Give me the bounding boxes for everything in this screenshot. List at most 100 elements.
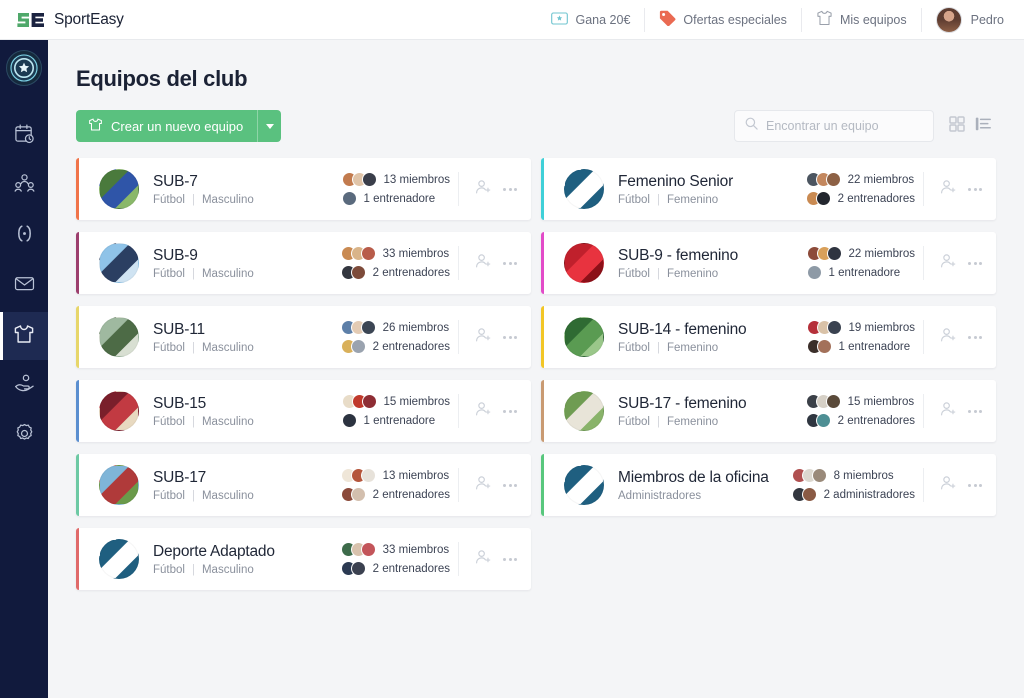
coaches-count: 1 entrenadore <box>838 340 911 353</box>
create-team-button-main[interactable]: Crear un nuevo equipo <box>76 110 257 142</box>
team-counts: 33 miembros 2 entrenadores <box>340 542 450 576</box>
topnav-item-user[interactable]: Pedro <box>920 6 1024 33</box>
team-category: Masculino <box>201 563 254 576</box>
sidebar-item-members[interactable] <box>0 162 48 210</box>
grid-view-button[interactable] <box>944 113 970 139</box>
team-info: SUB-7 Fútbol | Masculino <box>153 173 254 206</box>
add-person-button[interactable] <box>475 475 491 496</box>
coaches-count: 1 entrenadore <box>828 266 901 279</box>
coaches-count: 2 entrenadores <box>372 488 450 501</box>
team-info: SUB-11 Fútbol | Masculino <box>153 321 254 354</box>
more-options-button[interactable] <box>503 409 517 413</box>
team-card[interactable]: Femenino Senior Fútbol | Femenino 22 miembro… <box>541 158 996 220</box>
team-card-actions <box>923 394 996 428</box>
more-options-button[interactable] <box>503 187 517 191</box>
avatar <box>361 172 377 187</box>
team-sport: Fútbol <box>153 563 185 576</box>
club-logo-icon[interactable] <box>6 50 42 86</box>
brand-logo[interactable]: SportEasy <box>16 11 124 29</box>
more-options-button[interactable] <box>503 261 517 265</box>
avatar <box>350 487 366 502</box>
more-options-button[interactable] <box>968 261 982 265</box>
team-counts: 15 miembros 2 entrenadores <box>805 394 915 428</box>
meta-separator: | <box>656 341 660 354</box>
more-options-button[interactable] <box>968 409 982 413</box>
more-options-button[interactable] <box>503 483 517 487</box>
team-color-stripe <box>76 306 79 368</box>
sidebar-item-brackets[interactable] <box>0 212 48 260</box>
team-sport: Administradores <box>618 489 702 502</box>
members-count: 13 miembros <box>382 469 450 482</box>
team-info: SUB-17 - femenino Fútbol | Femenino <box>618 395 747 428</box>
team-name: Miembros de la oficina <box>618 468 769 486</box>
team-card[interactable]: SUB-11 Fútbol | Masculino 26 miembros 2 entre… <box>76 306 531 368</box>
avatar <box>350 265 366 280</box>
add-person-button[interactable] <box>940 401 956 422</box>
sidebar-item-teams[interactable] <box>0 312 48 360</box>
avatar <box>361 394 377 409</box>
topnav-item-gana20[interactable]: Gana 20€ <box>537 8 644 32</box>
team-card[interactable]: SUB-9 Fútbol | Masculino 33 miembros 2 entren… <box>76 232 531 294</box>
team-card[interactable]: SUB-17 - femenino Fútbol | Femenino 15 miemb… <box>541 380 996 442</box>
list-view-button[interactable] <box>970 113 996 139</box>
add-person-button[interactable] <box>475 327 491 348</box>
team-card[interactable]: SUB-9 - femenino Fútbol | Femenino 22 miembr… <box>541 232 996 294</box>
add-person-button[interactable] <box>475 549 491 570</box>
team-avatar <box>99 317 139 357</box>
more-options-button[interactable] <box>503 335 517 339</box>
sidebar-item-sponsors[interactable] <box>0 362 48 410</box>
add-person-button[interactable] <box>940 327 956 348</box>
team-card[interactable]: SUB-7 Fútbol | Masculino 13 miembros 1 entren… <box>76 158 531 220</box>
team-meta: Fútbol | Femenino <box>618 194 733 206</box>
more-dots-icon <box>968 187 982 191</box>
team-card-actions <box>923 172 996 206</box>
coaches-count: 2 entrenadores <box>837 414 915 427</box>
avatar <box>935 6 962 33</box>
coaches-count: 2 entrenadores <box>372 266 450 279</box>
topnav-item-ofertas[interactable]: Ofertas especiales <box>644 7 801 32</box>
avatar <box>350 561 366 576</box>
coaches-count: 1 entrenadore <box>363 414 436 427</box>
sidebar-item-messages[interactable] <box>0 262 48 310</box>
coaches-count: 2 entrenadores <box>372 562 450 575</box>
more-options-button[interactable] <box>968 483 982 487</box>
coaches-avatar-stack <box>806 339 832 354</box>
people-group-icon <box>13 173 35 199</box>
sidebar-item-calendar[interactable] <box>0 112 48 160</box>
calendar-clock-icon <box>14 123 35 149</box>
team-name: SUB-7 <box>153 172 198 190</box>
search-input[interactable] <box>766 119 923 133</box>
add-person-button[interactable] <box>940 179 956 200</box>
team-card[interactable]: SUB-17 Fútbol | Masculino 13 miembros 2 entre… <box>76 454 531 516</box>
tshirt-icon <box>88 117 103 135</box>
team-card[interactable]: SUB-15 Fútbol | Masculino 15 miembros 1 entre… <box>76 380 531 442</box>
team-card[interactable]: SUB-14 - femenino Fútbol | Femenino 19 miemb… <box>541 306 996 368</box>
coaches-count: 2 administradores <box>823 488 915 501</box>
more-options-button[interactable] <box>968 335 982 339</box>
page-title: Equipos del club <box>76 66 248 91</box>
add-person-icon <box>940 327 956 348</box>
more-options-button[interactable] <box>968 187 982 191</box>
search-team-box[interactable] <box>734 110 934 142</box>
members-row: 33 miembros <box>340 246 450 261</box>
topnav-item-mis-equipos[interactable]: Mis equipos <box>800 7 921 32</box>
create-team-dropdown-toggle[interactable] <box>257 110 281 142</box>
view-toggle <box>944 113 996 139</box>
add-person-button[interactable] <box>475 401 491 422</box>
sidebar-item-settings[interactable] <box>0 412 48 460</box>
team-card[interactable]: Deporte Adaptado Fútbol | Masculino 33 miemb… <box>76 528 531 590</box>
main-content: Equipos del club Crear un nuevo equipo E… <box>48 40 1024 698</box>
more-options-button[interactable] <box>503 557 517 561</box>
members-avatar-stack <box>340 468 376 483</box>
team-color-stripe <box>541 454 544 516</box>
team-card[interactable]: Miembros de la oficina Administradores 8 m… <box>541 454 996 516</box>
members-row: 22 miembros <box>806 246 915 261</box>
create-team-button[interactable]: Crear un nuevo equipo <box>76 110 282 142</box>
add-person-button[interactable] <box>940 253 956 274</box>
search-icon <box>745 117 758 135</box>
coaches-row: 2 entrenadores <box>340 561 450 576</box>
add-person-button[interactable] <box>940 475 956 496</box>
team-meta: Fútbol | Masculino <box>153 490 254 502</box>
add-person-button[interactable] <box>475 253 491 274</box>
add-person-button[interactable] <box>475 179 491 200</box>
